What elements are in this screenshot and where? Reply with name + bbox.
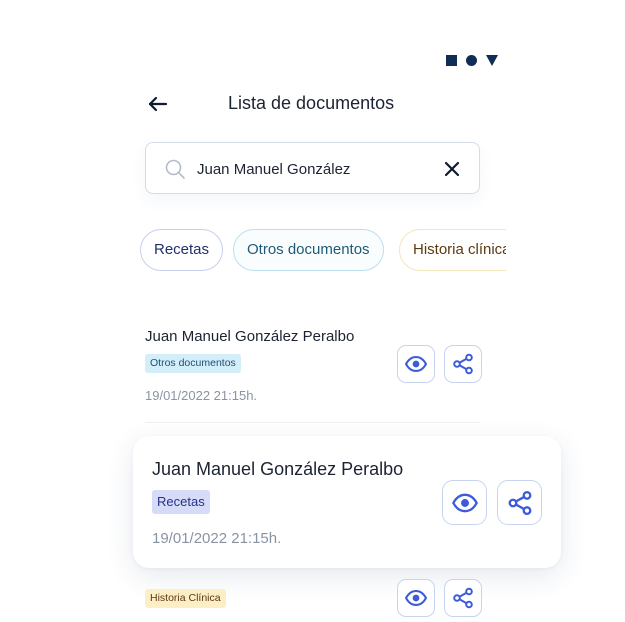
eye-icon — [451, 493, 478, 512]
share-icon — [453, 587, 473, 609]
category-badge: Otros documentos — [145, 354, 241, 373]
close-icon[interactable] — [441, 158, 463, 180]
document-date: 19/01/2022 21:15h. — [152, 530, 282, 547]
eye-icon — [405, 590, 427, 606]
filter-chips: Recetas Otros documentos Historia clínic… — [140, 228, 506, 274]
search-icon — [164, 158, 186, 180]
highlighted-document-card[interactable]: Juan Manuel González Peralbo Recetas 19/… — [133, 436, 561, 568]
document-date: 19/01/2022 21:15h. — [145, 388, 258, 403]
search-input[interactable] — [197, 157, 427, 181]
search-box[interactable] — [145, 142, 480, 194]
chip-recetas[interactable]: Recetas — [140, 229, 224, 271]
status-icons — [446, 54, 498, 68]
document-name: Juan Manuel González Peralbo — [152, 459, 404, 479]
share-button[interactable] — [497, 480, 542, 525]
page-title: Lista de documentos — [228, 93, 395, 113]
share-button[interactable] — [444, 345, 482, 383]
circle-icon — [466, 55, 477, 66]
back-arrow-icon[interactable] — [146, 92, 170, 116]
category-badge: Recetas — [152, 490, 210, 514]
eye-icon — [405, 356, 427, 372]
chip-otros-documentos[interactable]: Otros documentos — [233, 229, 384, 271]
document-name: Juan Manuel González Peralbo — [145, 328, 355, 345]
category-badge: Historia Clínica — [145, 589, 226, 608]
share-icon — [453, 353, 473, 375]
share-button[interactable] — [444, 579, 482, 617]
view-button[interactable] — [397, 579, 435, 617]
list-divider — [145, 422, 480, 423]
share-icon — [508, 490, 531, 515]
triangle-icon — [486, 55, 498, 66]
chip-historia-clinica[interactable]: Historia clínica — [399, 229, 506, 271]
view-button[interactable] — [442, 480, 487, 525]
square-icon — [446, 55, 457, 66]
view-button[interactable] — [397, 345, 435, 383]
